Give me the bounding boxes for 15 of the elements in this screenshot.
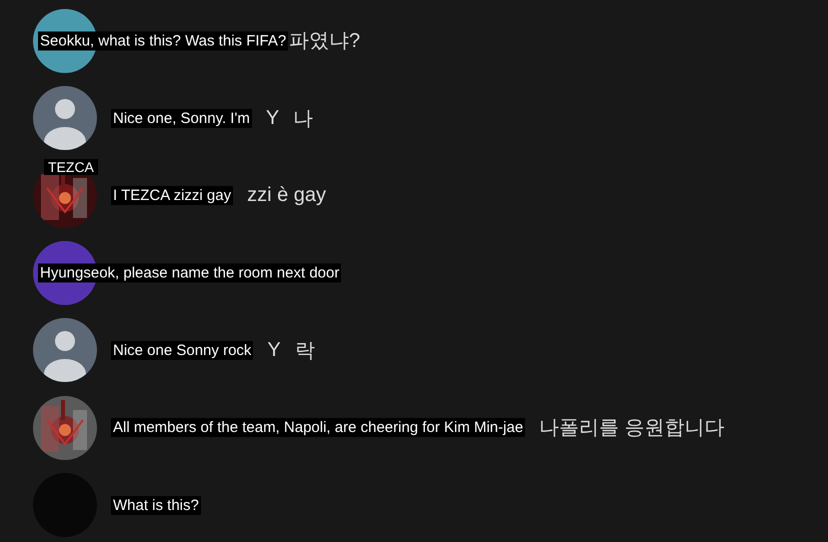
translated-comment: I TEZCA zizzi gay — [111, 186, 234, 206]
comment-text: Y — [267, 338, 281, 362]
translated-comment: All members of the team, Napoli, are cheering for Kim Min-jae — [111, 418, 526, 438]
translated-comment: Nice one Sonny rock — [111, 340, 254, 360]
translated-comment: Hyungseok, please name the room next door — [38, 263, 342, 282]
comment-text: 나 — [293, 106, 314, 132]
translated-comment: Nice one, Sonny. I'm — [111, 108, 252, 128]
comment-text: 락 — [294, 338, 315, 364]
author-name: TEZCA — [44, 158, 98, 175]
translated-comment: Seokku, what is this? Was this FIFA? — [38, 31, 288, 50]
comment-text: zzi è gay — [247, 184, 326, 208]
translated-comment: What is this? — [111, 496, 201, 515]
comment-text: 나폴리를 응원합니다 — [539, 416, 725, 442]
comment-text: Y — [266, 106, 280, 130]
comment-text: 파였냐? — [289, 29, 360, 54]
